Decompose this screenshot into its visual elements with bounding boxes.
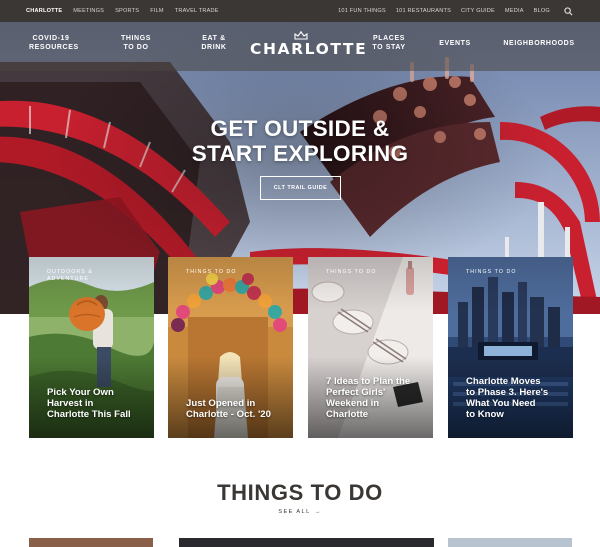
nav-item-events[interactable]: EVENTS: [434, 39, 476, 48]
card-title: 7 Ideas to Plan the Perfect Girls' Weeke…: [326, 376, 411, 420]
nav-item-things-to-do[interactable]: THINGS TO DO: [114, 34, 158, 52]
things-to-do-thumb-3[interactable]: [448, 538, 572, 547]
util-link-blog[interactable]: BLOG: [534, 8, 550, 14]
see-all-link[interactable]: SEE ALL →: [260, 509, 340, 515]
card-title: Pick Your Own Harvest in Charlotte This …: [47, 387, 131, 420]
feature-card-phase-3[interactable]: THINGS TO DO Charlotte Moves to Phase 3.…: [448, 257, 573, 438]
hero-title-line-2: START EXPLORING: [191, 141, 409, 166]
util-link-film[interactable]: FILM: [150, 8, 164, 14]
nav-item-neighborhoods[interactable]: NEIGHBORHOODS: [500, 39, 578, 48]
clt-trail-guide-button[interactable]: CLT TRAIL GUIDE: [260, 176, 341, 200]
search-icon[interactable]: [562, 5, 574, 17]
util-link-city-guide[interactable]: CITY GUIDE: [461, 8, 495, 14]
card-category: THINGS TO DO: [326, 269, 377, 275]
utility-left-links: CHARLOTTE MEETINGS SPORTS FILM TRAVEL TR…: [26, 8, 219, 14]
util-link-media[interactable]: MEDIA: [505, 8, 524, 14]
util-link-101-restaurants[interactable]: 101 RESTAURANTS: [396, 8, 451, 14]
util-link-meetings[interactable]: MEETINGS: [73, 8, 104, 14]
util-link-sports[interactable]: SPORTS: [115, 8, 139, 14]
things-to-do-thumb-2[interactable]: [179, 538, 434, 547]
charlotte-logo[interactable]: CHARLOTTE: [250, 31, 368, 63]
utility-right-links: 101 FUN THINGS 101 RESTAURANTS CITY GUID…: [338, 5, 574, 17]
nav-item-covid-19-resources[interactable]: COVID-19 RESOURCES: [29, 34, 78, 52]
feature-card-harvest[interactable]: OUTDOORS & ADVENTURE Pick Your Own Harve…: [29, 257, 154, 438]
nav-item-places-to-stay[interactable]: PLACES TO STAY: [367, 34, 411, 52]
things-to-do-thumb-1[interactable]: [29, 538, 153, 547]
feature-card-girls-weekend[interactable]: THINGS TO DO 7 Ideas to Plan the Perfect…: [308, 257, 433, 438]
crown-icon: [294, 31, 308, 40]
card-category: OUTDOORS & ADVENTURE: [47, 269, 93, 282]
card-title: Just Opened in Charlotte - Oct. '20: [186, 398, 271, 420]
card-category: THINGS TO DO: [186, 269, 237, 275]
see-all-label: SEE ALL: [278, 509, 311, 515]
card-category: THINGS TO DO: [466, 269, 517, 275]
utility-bar: CHARLOTTE MEETINGS SPORTS FILM TRAVEL TR…: [0, 0, 600, 22]
hero-title-line-1: GET OUTSIDE &: [210, 116, 390, 141]
main-nav: COVID-19 RESOURCES THINGS TO DO EAT & DR…: [0, 22, 600, 71]
util-link-travel-trade[interactable]: TRAVEL TRADE: [175, 8, 219, 14]
util-link-charlotte[interactable]: CHARLOTTE: [26, 8, 62, 14]
arrow-right-icon: →: [314, 509, 322, 515]
card-title: Charlotte Moves to Phase 3. Here's What …: [466, 376, 549, 420]
util-link-101-fun-things[interactable]: 101 FUN THINGS: [338, 8, 386, 14]
logo-text: CHARLOTTE: [250, 40, 368, 58]
nav-item-eat-drink[interactable]: EAT & DRINK: [193, 34, 235, 52]
things-to-do-heading: THINGS TO DO: [217, 480, 383, 505]
feature-card-just-opened[interactable]: THINGS TO DO Just Opened in Charlotte - …: [168, 257, 293, 438]
